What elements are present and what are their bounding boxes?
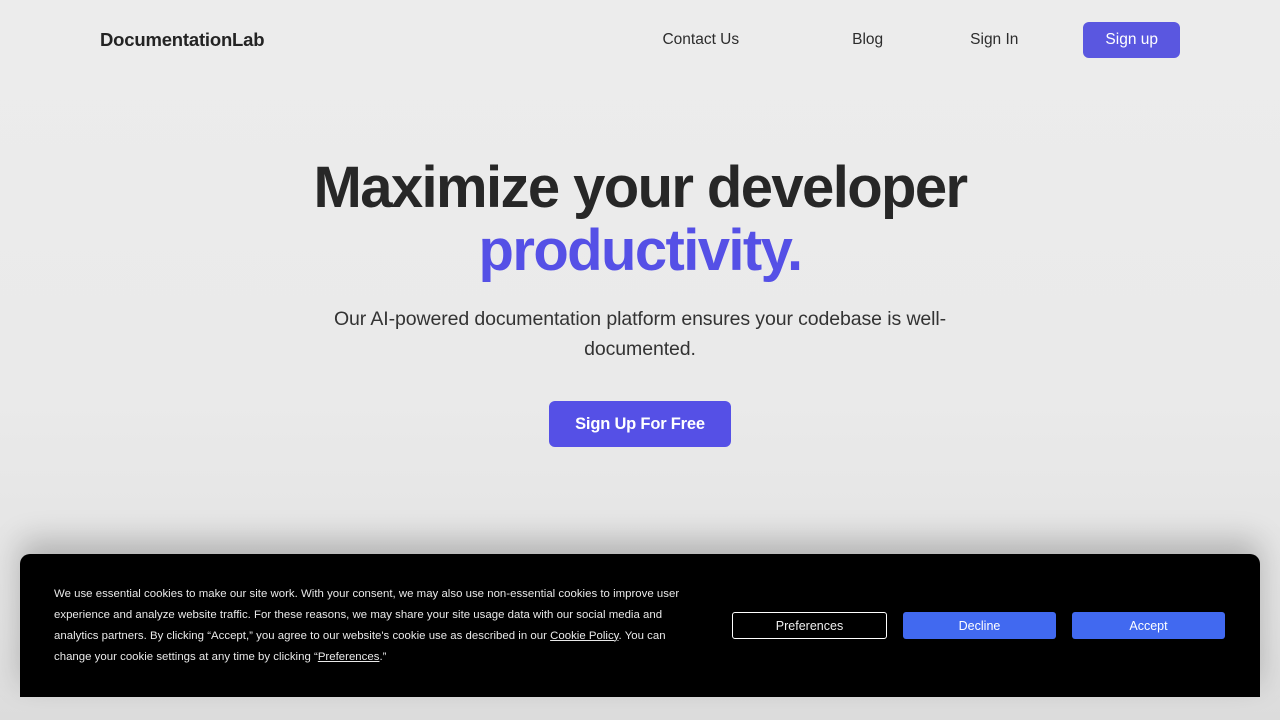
cookie-banner-actions: Preferences Decline Accept <box>732 612 1260 639</box>
main-navigation: Contact Us Blog Sign In Sign up <box>660 22 1180 58</box>
sign-up-for-free-button[interactable]: Sign Up For Free <box>549 400 731 447</box>
page-title: Maximize your developer productivity. <box>0 155 1280 283</box>
hero-title-accent: productivity. <box>478 217 804 283</box>
site-header: DocumentationLab Contact Us Blog Sign In… <box>0 0 1280 80</box>
preferences-button[interactable]: Preferences <box>732 612 887 639</box>
hero-subtitle: Our AI-powered documentation platform en… <box>333 308 947 361</box>
nav-blog[interactable]: Blog <box>850 25 885 55</box>
cookie-consent-text: We use essential cookies to make our sit… <box>20 584 692 668</box>
brand-logo[interactable]: DocumentationLab <box>100 29 265 51</box>
sign-up-button[interactable]: Sign up <box>1083 22 1180 58</box>
nav-sign-in[interactable]: Sign In <box>968 25 1020 55</box>
preferences-link[interactable]: Preferences <box>318 651 380 663</box>
cookie-text-part-3: .” <box>379 650 387 663</box>
nav-contact-us[interactable]: Contact Us <box>660 25 741 55</box>
cookie-consent-banner: We use essential cookies to make our sit… <box>20 554 1260 697</box>
hero-section: Maximize your developer productivity. Ou… <box>0 80 1280 447</box>
hero-title-line-1: Maximize your developer <box>313 155 969 220</box>
decline-button[interactable]: Decline <box>903 612 1056 639</box>
accept-button[interactable]: Accept <box>1072 612 1225 639</box>
cookie-policy-link[interactable]: Cookie Policy <box>550 630 618 642</box>
